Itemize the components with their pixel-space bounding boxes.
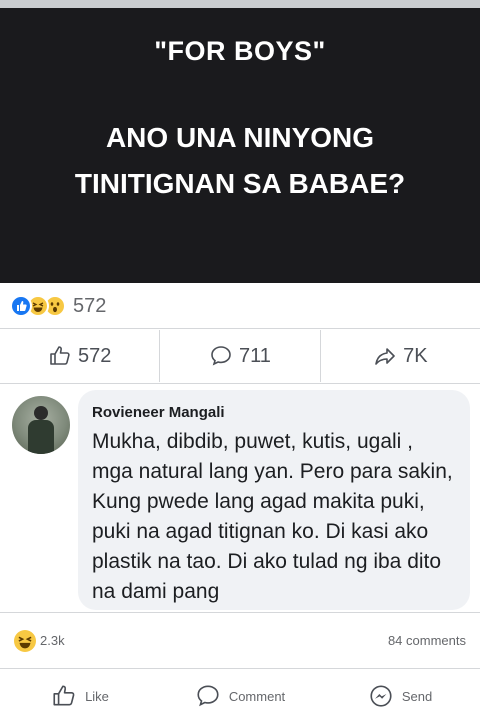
bottom-action-bar: Like Comment Send [0, 676, 480, 716]
banner-line-1: "FOR BOYS" [154, 36, 326, 66]
banner-line-2: ANO UNA NINYONG [105, 122, 375, 153]
messenger-icon [370, 685, 392, 707]
comments-count-link[interactable]: 84 comments [388, 633, 466, 648]
post-action-counts: 572 711 7K [0, 330, 480, 382]
comment-button[interactable]: Comment [160, 676, 320, 716]
top-strip [0, 0, 480, 8]
share-button[interactable]: 7K [321, 330, 480, 382]
avatar[interactable] [12, 396, 70, 454]
comment-label: Comment [228, 688, 286, 704]
divider [0, 612, 480, 613]
comment-author[interactable]: Rovieneer Mangali [92, 404, 456, 421]
divider [0, 383, 480, 384]
comment: Rovieneer Mangali Mukha, dibdib, puwet, … [0, 390, 480, 615]
banner-line-3: TINITIGNAN SA BABAE? [74, 168, 406, 199]
comment-count: 711 [239, 344, 271, 367]
like-button[interactable]: 572 [0, 330, 159, 382]
haha-icon [14, 630, 36, 652]
comment-bubble[interactable]: Rovieneer Mangali Mukha, dibdib, puwet, … [78, 390, 470, 610]
share-arrow-icon [375, 348, 395, 365]
like-label: Like [85, 688, 109, 704]
avatar-body [28, 420, 54, 454]
divider [0, 328, 480, 329]
reaction-count[interactable]: 2.3k [40, 633, 65, 648]
reaction-summary[interactable]: 572 [10, 292, 106, 320]
like-count: 572 [77, 344, 112, 367]
like-icon [10, 295, 32, 317]
send-label: Send [401, 688, 433, 704]
thumbs-up-icon [53, 685, 75, 706]
comment-text: Mukha, dibdib, puwet, kutis, ugali , mga… [92, 430, 453, 603]
avatar-head [34, 406, 48, 420]
reaction-count: 572 [73, 294, 107, 317]
share-count: 7K [403, 344, 428, 367]
send-button[interactable]: Send [320, 676, 480, 716]
like-button[interactable]: Like [0, 676, 160, 716]
comment-button[interactable]: 711 [160, 330, 319, 382]
comment-bubble-icon [211, 346, 231, 366]
thumbs-up-icon [50, 346, 70, 365]
comment-bubble-icon [197, 685, 219, 707]
post-stats: 2.3k 84 comments [0, 628, 480, 656]
post-image-banner[interactable]: "FOR BOYS" ANO UNA NINYONG TINITIGNAN SA… [0, 8, 480, 283]
divider [0, 668, 480, 669]
